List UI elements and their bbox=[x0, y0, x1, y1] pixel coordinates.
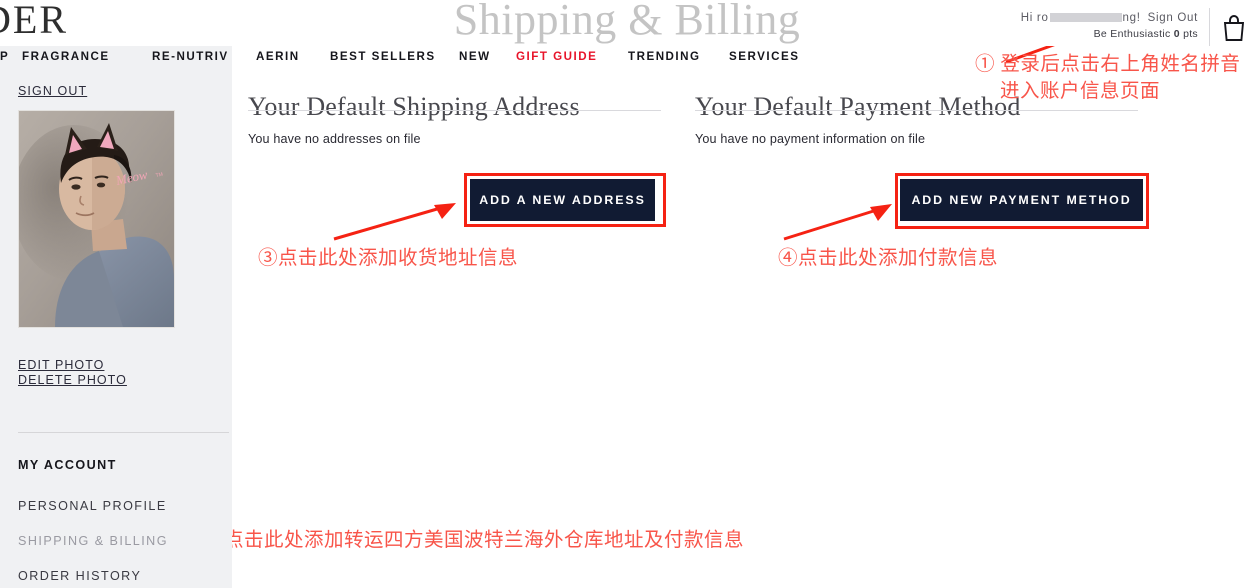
primary-nav: P FRAGRANCE RE-NUTRIV AERIN BEST SELLERS… bbox=[0, 50, 1254, 70]
annotation-step3: ③点击此处添加收货地址信息 bbox=[258, 248, 519, 269]
annotation-arrow-3 bbox=[333, 203, 456, 241]
my-account-heading: MY ACCOUNT bbox=[18, 458, 117, 472]
shipping-rule bbox=[248, 110, 661, 111]
my-account-nav: MY ACCOUNT PERSONAL PROFILE SHIPPING & B… bbox=[18, 458, 232, 588]
nav-link-best-sellers[interactable]: BEST SELLERS bbox=[330, 50, 436, 63]
nav-link-gift-guide[interactable]: GIFT GUIDE bbox=[516, 50, 597, 63]
payment-rule bbox=[695, 110, 1138, 111]
add-new-address-button[interactable]: ADD A NEW ADDRESS bbox=[470, 179, 655, 221]
sidebar-item-personal-profile[interactable]: PERSONAL PROFILE bbox=[18, 499, 232, 513]
nav-link-trending[interactable]: TRENDING bbox=[628, 50, 701, 63]
redacted-name-block bbox=[1049, 13, 1122, 23]
nav-link-shop[interactable]: P bbox=[0, 50, 9, 63]
sign-out-link[interactable]: Sign Out bbox=[1148, 12, 1198, 24]
nav-link-re-nutriv[interactable]: RE-NUTRIV bbox=[152, 50, 229, 63]
greeting-text[interactable]: Hi ro ng! bbox=[1021, 12, 1141, 24]
edit-photo-link[interactable]: EDIT PHOTO bbox=[18, 358, 127, 373]
add-new-payment-method-button[interactable]: ADD NEW PAYMENT METHOD bbox=[900, 179, 1143, 221]
nav-link-aerin[interactable]: AERIN bbox=[256, 50, 300, 63]
sidebar-item-order-history[interactable]: ORDER HISTORY bbox=[18, 569, 232, 583]
masthead-divider bbox=[1209, 8, 1210, 46]
shopping-bag-icon[interactable] bbox=[1221, 14, 1247, 42]
shipping-empty-message: You have no addresses on file bbox=[248, 132, 421, 146]
photo-actions: EDIT PHOTO DELETE PHOTO bbox=[18, 358, 127, 388]
nav-link-fragrance[interactable]: FRAGRANCE bbox=[22, 50, 110, 63]
account-shipping-billing-page: SIGN OUT Meow TM EDIT PHOTO DELETE PHOTO… bbox=[0, 0, 1254, 588]
account-sidebar: SIGN OUT Meow TM EDIT PHOTO DELETE PHOTO… bbox=[0, 38, 232, 588]
annotation-step4: ④点击此处添加付款信息 bbox=[778, 248, 999, 269]
nav-link-services[interactable]: SERVICES bbox=[729, 50, 799, 63]
sidebar-sign-out-link[interactable]: SIGN OUT bbox=[18, 84, 87, 98]
sidebar-item-shipping-billing[interactable]: SHIPPING & BILLING bbox=[18, 534, 232, 548]
account-strip: Hi ro ng! Sign Out Be Enthusiastic 0 pts bbox=[1021, 12, 1198, 40]
nav-link-new[interactable]: NEW bbox=[459, 50, 491, 63]
greeting-prefix: Hi ro bbox=[1020, 12, 1049, 24]
profile-photo[interactable]: Meow TM bbox=[18, 110, 175, 328]
payment-heading: Your Default Payment Method bbox=[695, 91, 1021, 121]
payment-empty-message: You have no payment information on file bbox=[695, 132, 926, 146]
annotation-step2: ②点击此处添加转运四方美国波特兰海外仓库地址及付款信息 bbox=[204, 530, 745, 551]
greeting-suffix: ng! bbox=[1122, 12, 1141, 24]
loyalty-label: Be Enthusiastic bbox=[1093, 28, 1171, 40]
shipping-heading: Your Default Shipping Address bbox=[248, 91, 580, 121]
loyalty-unit: pts bbox=[1183, 28, 1198, 40]
sidebar-divider bbox=[18, 432, 229, 433]
delete-photo-link[interactable]: DELETE PHOTO bbox=[18, 373, 127, 388]
greeting-row: Hi ro ng! Sign Out bbox=[1021, 12, 1198, 24]
profile-photo-image: Meow TM bbox=[19, 111, 174, 327]
annotation-arrow-4 bbox=[783, 204, 892, 241]
brand-logo[interactable]: DER bbox=[0, 0, 68, 43]
loyalty-points: 0 bbox=[1173, 28, 1180, 40]
loyalty-points-row: Be Enthusiastic 0 pts bbox=[1021, 28, 1198, 40]
annotation-step1-line2: 进入账户信息页面 bbox=[1000, 81, 1161, 102]
